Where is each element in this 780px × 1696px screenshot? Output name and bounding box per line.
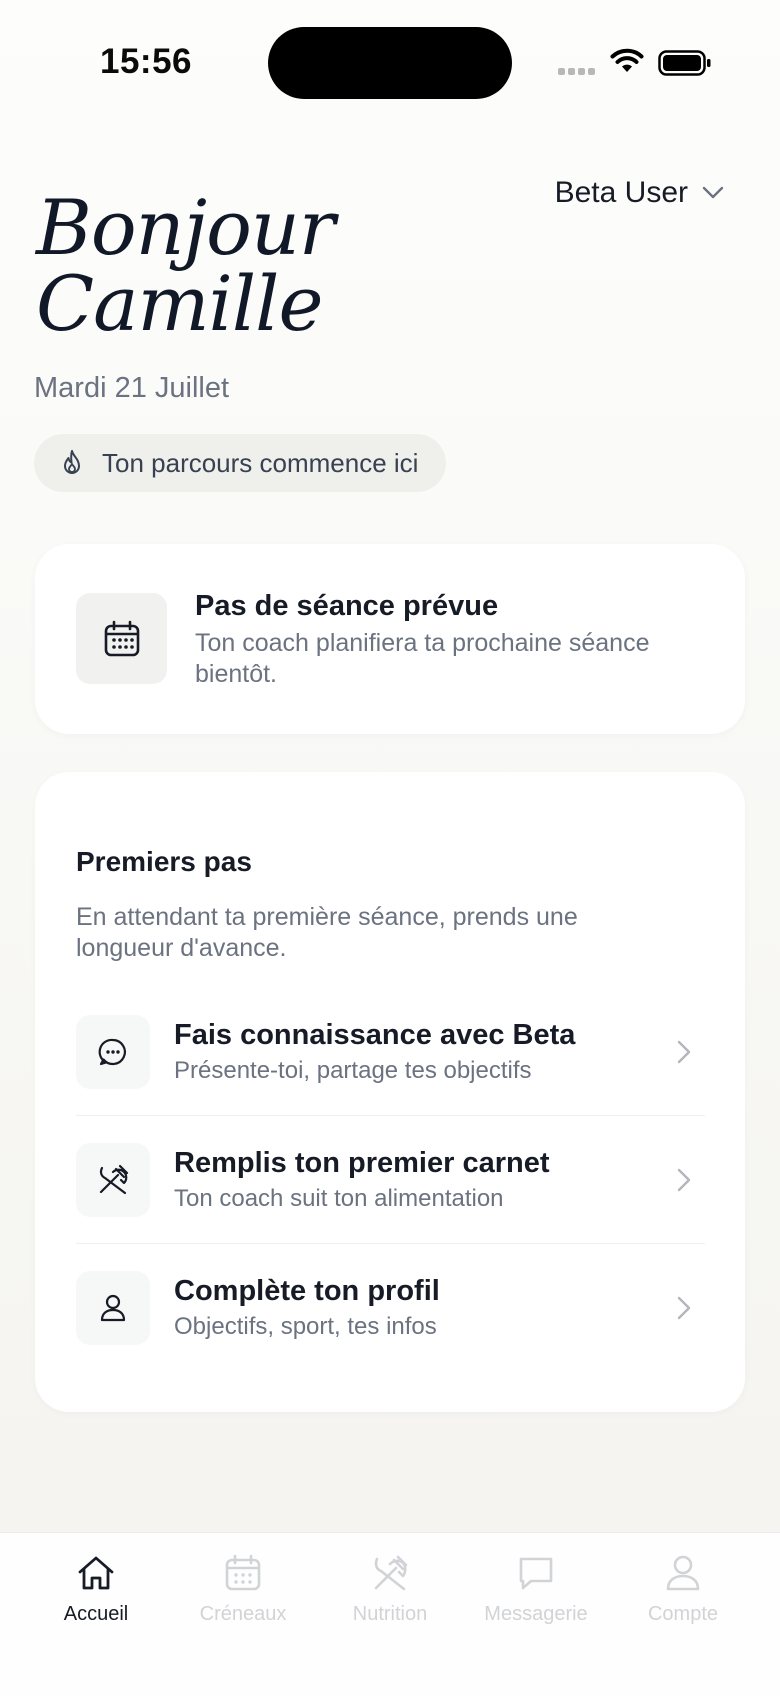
first-steps-description: En attendant ta première séance, prends … bbox=[76, 903, 578, 962]
chevron-right-icon bbox=[677, 1040, 691, 1063]
calendar-icon bbox=[225, 1554, 261, 1591]
tab-label: Nutrition bbox=[352, 1603, 428, 1625]
first-steps-card: Premiers pas En attendant ta première sé… bbox=[35, 772, 745, 1412]
first-steps-title: Premiers pas bbox=[76, 846, 252, 877]
next-session-card: Pas de séance prévue Ton coach planifier… bbox=[35, 544, 745, 734]
chevron-down-icon bbox=[702, 186, 724, 199]
status-time: 15:56 bbox=[100, 42, 193, 81]
tab-compte[interactable]: Compte bbox=[610, 1553, 756, 1626]
step-title: Fais connaissance avec Beta bbox=[174, 1018, 576, 1051]
calendar-icon bbox=[104, 620, 139, 656]
status-bar: 15:56 bbox=[0, 0, 780, 130]
journey-badge: Ton parcours commence ici bbox=[34, 434, 447, 492]
tab-label: Messagerie bbox=[484, 1603, 588, 1625]
tab-accueil[interactable]: Accueil bbox=[23, 1553, 169, 1626]
journey-badge-label: Ton parcours commence ici bbox=[102, 447, 419, 478]
battery-icon bbox=[658, 50, 711, 76]
step-subtitle: Présente-toi, partage tes objectifs bbox=[174, 1056, 532, 1084]
user-icon bbox=[100, 1294, 126, 1322]
utensils-icon bbox=[374, 1555, 408, 1591]
user-icon bbox=[666, 1555, 700, 1591]
dynamic-island bbox=[268, 27, 512, 99]
tab-messagerie[interactable]: Messagerie bbox=[463, 1553, 609, 1626]
home-icon bbox=[78, 1556, 114, 1590]
tab-creneaux[interactable]: Créneaux bbox=[170, 1553, 316, 1626]
chat-bubble-icon bbox=[98, 1038, 126, 1065]
greeting-line-1: Bonjour bbox=[36, 183, 335, 272]
session-title: Pas de séance prévue bbox=[195, 590, 499, 622]
user-switcher[interactable]: Beta User bbox=[555, 176, 724, 210]
tab-label: Accueil bbox=[63, 1603, 129, 1625]
flame-icon bbox=[64, 450, 80, 474]
user-name: Beta User bbox=[554, 176, 688, 209]
step-title: Complète ton profil bbox=[174, 1275, 440, 1307]
utensils-icon bbox=[99, 1164, 129, 1194]
chevron-right-icon bbox=[677, 1168, 691, 1191]
step-item-meet-beta[interactable]: Fais connaissance avec Beta Présente-toi… bbox=[76, 988, 705, 1116]
step-item-complete-profile[interactable]: Complète ton profil Objectifs, sport, te… bbox=[76, 1244, 705, 1372]
current-date: Mardi 21 Juillet bbox=[34, 372, 230, 404]
message-icon bbox=[519, 1557, 553, 1590]
cellular-signal-icon bbox=[558, 68, 595, 75]
step-subtitle: Objectifs, sport, tes infos bbox=[174, 1313, 437, 1340]
greeting-line-2: Camille bbox=[36, 259, 323, 348]
wifi-icon bbox=[610, 48, 644, 72]
step-title: Remplis ton premier carnet bbox=[174, 1146, 550, 1179]
greeting-heading: Bonjour Camille bbox=[36, 183, 335, 348]
step-subtitle: Ton coach suit ton alimentation bbox=[174, 1184, 504, 1212]
chevron-right-icon bbox=[677, 1296, 691, 1320]
tab-label: Créneaux bbox=[199, 1603, 287, 1625]
tab-label: Compte bbox=[647, 1603, 719, 1625]
step-item-food-journal[interactable]: Remplis ton premier carnet Ton coach sui… bbox=[76, 1116, 705, 1244]
tab-nutrition[interactable]: Nutrition bbox=[317, 1553, 463, 1626]
session-icon-container bbox=[76, 593, 167, 684]
session-description: Ton coach planifiera ta prochaine séance… bbox=[195, 629, 650, 688]
bottom-tab-bar: Accueil Créneaux Nutrition Messagerie Co… bbox=[0, 1532, 780, 1696]
